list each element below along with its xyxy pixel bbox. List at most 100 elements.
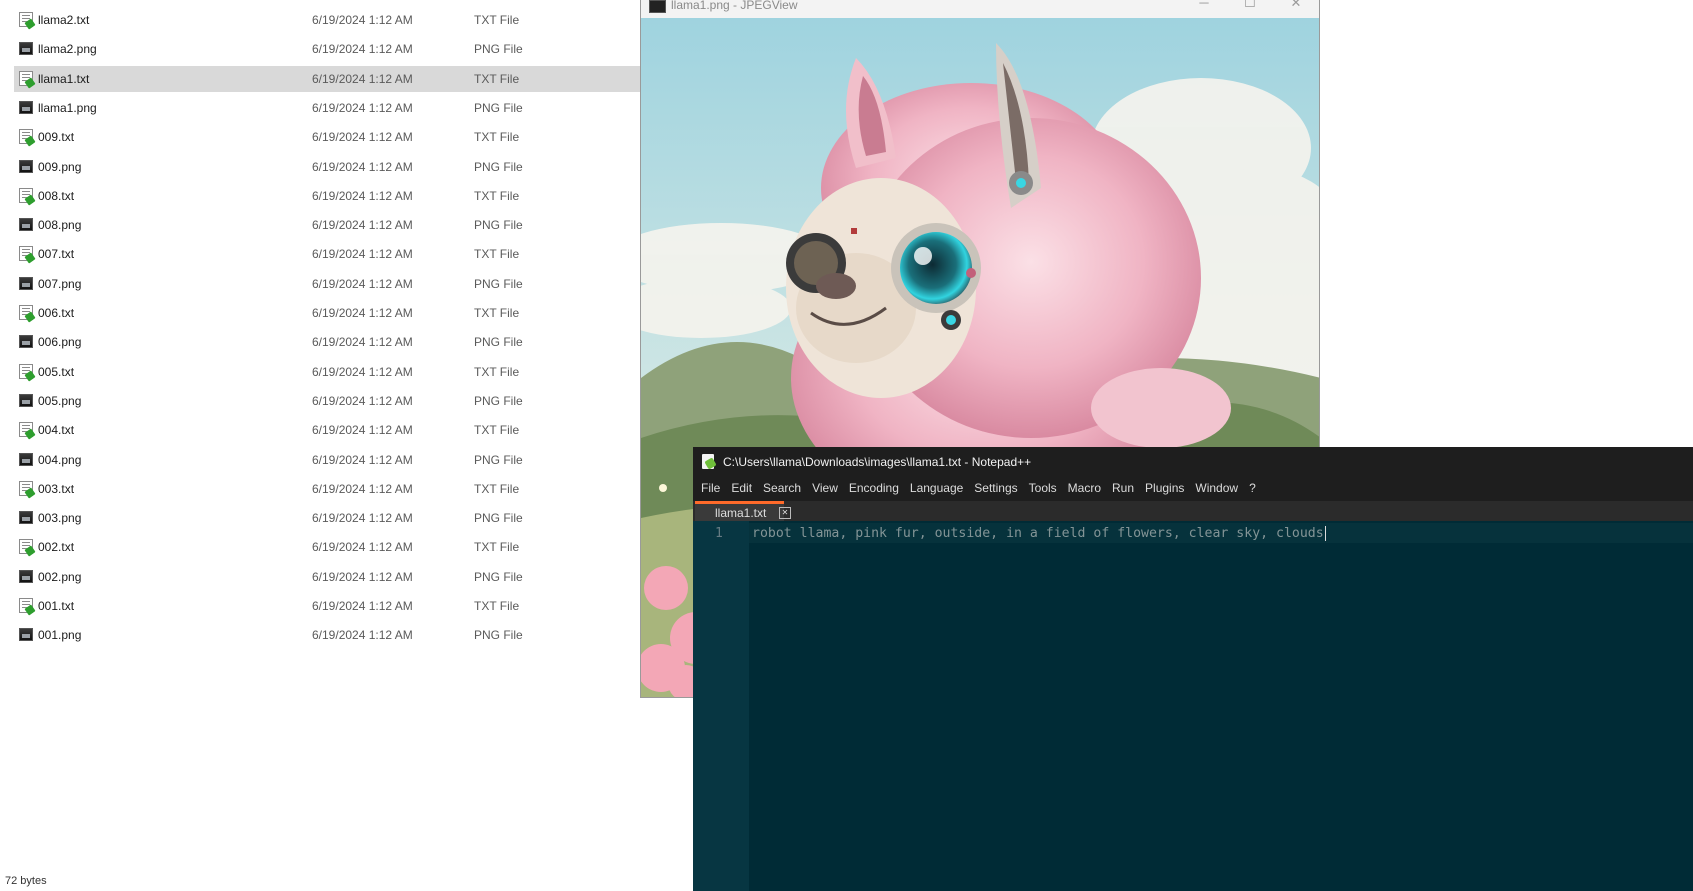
file-row[interactable]: 001.png 6/19/2024 1:12 AM PNG File <box>14 622 640 648</box>
menu-window[interactable]: Window <box>1195 481 1238 495</box>
editor-text[interactable]: robot llama, pink fur, outside, in a fie… <box>752 526 1324 541</box>
menu-file[interactable]: File <box>701 481 720 495</box>
menu-tools[interactable]: Tools <box>1029 481 1057 495</box>
file-date-modified: 6/19/2024 1:12 AM <box>312 423 413 437</box>
file-name: 003.png <box>38 511 82 525</box>
file-row[interactable]: llama1.png 6/19/2024 1:12 AM PNG File <box>14 95 640 121</box>
file-name: llama1.png <box>38 101 97 115</box>
file-row[interactable]: 007.txt 6/19/2024 1:12 AM TXT File <box>14 241 640 267</box>
text-editor[interactable]: 1 robot llama, pink fur, outside, in a f… <box>693 521 1693 891</box>
file-name: 001.txt <box>38 599 75 613</box>
file-name: 008.png <box>38 218 82 232</box>
menu-language[interactable]: Language <box>910 481 963 495</box>
file-row[interactable]: 005.txt 6/19/2024 1:12 AM TXT File <box>14 359 640 385</box>
file-row[interactable]: 003.txt 6/19/2024 1:12 AM TXT File <box>14 476 640 502</box>
file-row[interactable]: 005.png 6/19/2024 1:12 AM PNG File <box>14 388 640 414</box>
file-type: TXT File <box>474 72 520 86</box>
file-date-modified: 6/19/2024 1:12 AM <box>312 365 413 379</box>
file-row[interactable]: 008.txt 6/19/2024 1:12 AM TXT File <box>14 183 640 209</box>
menu-help[interactable]: ? <box>1249 481 1256 495</box>
file-type: PNG File <box>474 218 523 232</box>
file-type: TXT File <box>474 540 520 554</box>
file-date-modified: 6/19/2024 1:12 AM <box>312 42 413 56</box>
file-type: PNG File <box>474 335 523 349</box>
file-type: PNG File <box>474 277 523 291</box>
menu-macro[interactable]: Macro <box>1068 481 1101 495</box>
menu-settings[interactable]: Settings <box>974 481 1017 495</box>
file-type: TXT File <box>474 482 520 496</box>
file-date-modified: 6/19/2024 1:12 AM <box>312 570 413 584</box>
image-file-icon <box>19 277 33 290</box>
file-name: 004.png <box>38 453 82 467</box>
image-file-icon <box>19 335 33 348</box>
tab-llama1[interactable]: llama1.txt ✕ <box>695 501 791 521</box>
file-name: 007.png <box>38 277 82 291</box>
file-row[interactable]: 004.png 6/19/2024 1:12 AM PNG File <box>14 447 640 473</box>
file-row[interactable]: 006.png 6/19/2024 1:12 AM PNG File <box>14 329 640 355</box>
close-tab-icon[interactable]: ✕ <box>779 507 791 519</box>
file-date-modified: 6/19/2024 1:12 AM <box>312 628 413 642</box>
text-file-icon <box>19 364 33 379</box>
text-file-icon <box>19 481 33 496</box>
file-row[interactable]: 009.png 6/19/2024 1:12 AM PNG File <box>14 154 640 180</box>
file-date-modified: 6/19/2024 1:12 AM <box>312 218 413 232</box>
file-date-modified: 6/19/2024 1:12 AM <box>312 482 413 496</box>
file-row[interactable]: 004.txt 6/19/2024 1:12 AM TXT File <box>14 417 640 443</box>
file-date-modified: 6/19/2024 1:12 AM <box>312 13 413 27</box>
file-name: llama1.txt <box>38 72 90 86</box>
jpegview-title: llama1.png - JPEGView <box>671 0 798 12</box>
jpegview-titlebar[interactable]: llama1.png - JPEGView ─ ☐ ✕ <box>641 0 1319 18</box>
file-row[interactable]: 001.txt 6/19/2024 1:12 AM TXT File <box>14 593 640 619</box>
file-type: PNG File <box>474 511 523 525</box>
file-row[interactable]: 008.png 6/19/2024 1:12 AM PNG File <box>14 212 640 238</box>
file-row[interactable]: 007.png 6/19/2024 1:12 AM PNG File <box>14 271 640 297</box>
file-row[interactable]: 002.txt 6/19/2024 1:12 AM TXT File <box>14 534 640 560</box>
file-type: PNG File <box>474 394 523 408</box>
menu-edit[interactable]: Edit <box>731 481 752 495</box>
file-type: TXT File <box>474 130 520 144</box>
file-type: TXT File <box>474 365 520 379</box>
status-bar-size: 72 bytes <box>5 875 47 887</box>
image-file-icon <box>19 628 33 641</box>
text-file-icon <box>19 246 33 261</box>
file-date-modified: 6/19/2024 1:12 AM <box>312 72 413 86</box>
image-file-icon <box>19 42 33 55</box>
file-date-modified: 6/19/2024 1:12 AM <box>312 306 413 320</box>
file-date-modified: 6/19/2024 1:12 AM <box>312 130 413 144</box>
image-file-icon <box>19 453 33 466</box>
file-type: TXT File <box>474 189 520 203</box>
file-row[interactable]: llama2.png 6/19/2024 1:12 AM PNG File <box>14 36 640 62</box>
file-type: TXT File <box>474 306 520 320</box>
file-date-modified: 6/19/2024 1:12 AM <box>312 511 413 525</box>
file-name: 003.txt <box>38 482 75 496</box>
notepadpp-titlebar[interactable]: C:\Users\llama\Downloads\images\llama1.t… <box>693 447 1693 477</box>
text-file-icon <box>19 598 33 613</box>
notepadpp-title: C:\Users\llama\Downloads\images\llama1.t… <box>723 455 1032 469</box>
file-name: 008.txt <box>38 189 75 203</box>
file-type: TXT File <box>474 423 520 437</box>
file-name: 005.png <box>38 394 82 408</box>
file-type: PNG File <box>474 628 523 642</box>
file-row[interactable]: llama1.txt 6/19/2024 1:12 AM TXT File <box>14 66 640 92</box>
file-row[interactable]: 006.txt 6/19/2024 1:12 AM TXT File <box>14 300 640 326</box>
file-row[interactable]: 009.txt 6/19/2024 1:12 AM TXT File <box>14 124 640 150</box>
file-type: PNG File <box>474 42 523 56</box>
file-row[interactable]: 002.png 6/19/2024 1:12 AM PNG File <box>14 564 640 590</box>
image-file-icon <box>19 570 33 583</box>
menu-encoding[interactable]: Encoding <box>849 481 899 495</box>
file-type: PNG File <box>474 453 523 467</box>
menu-view[interactable]: View <box>812 481 838 495</box>
minimize-button[interactable]: ─ <box>1181 0 1227 15</box>
file-name: 002.png <box>38 570 82 584</box>
file-date-modified: 6/19/2024 1:12 AM <box>312 160 413 174</box>
close-button[interactable]: ✕ <box>1273 0 1319 15</box>
menu-run[interactable]: Run <box>1112 481 1134 495</box>
file-row[interactable]: llama2.txt 6/19/2024 1:12 AM TXT File <box>14 7 640 33</box>
maximize-button[interactable]: ☐ <box>1227 0 1273 15</box>
text-file-icon <box>19 188 33 203</box>
file-name: 009.png <box>38 160 82 174</box>
file-type: PNG File <box>474 101 523 115</box>
menu-plugins[interactable]: Plugins <box>1145 481 1184 495</box>
menu-search[interactable]: Search <box>763 481 801 495</box>
file-row[interactable]: 003.png 6/19/2024 1:12 AM PNG File <box>14 505 640 531</box>
